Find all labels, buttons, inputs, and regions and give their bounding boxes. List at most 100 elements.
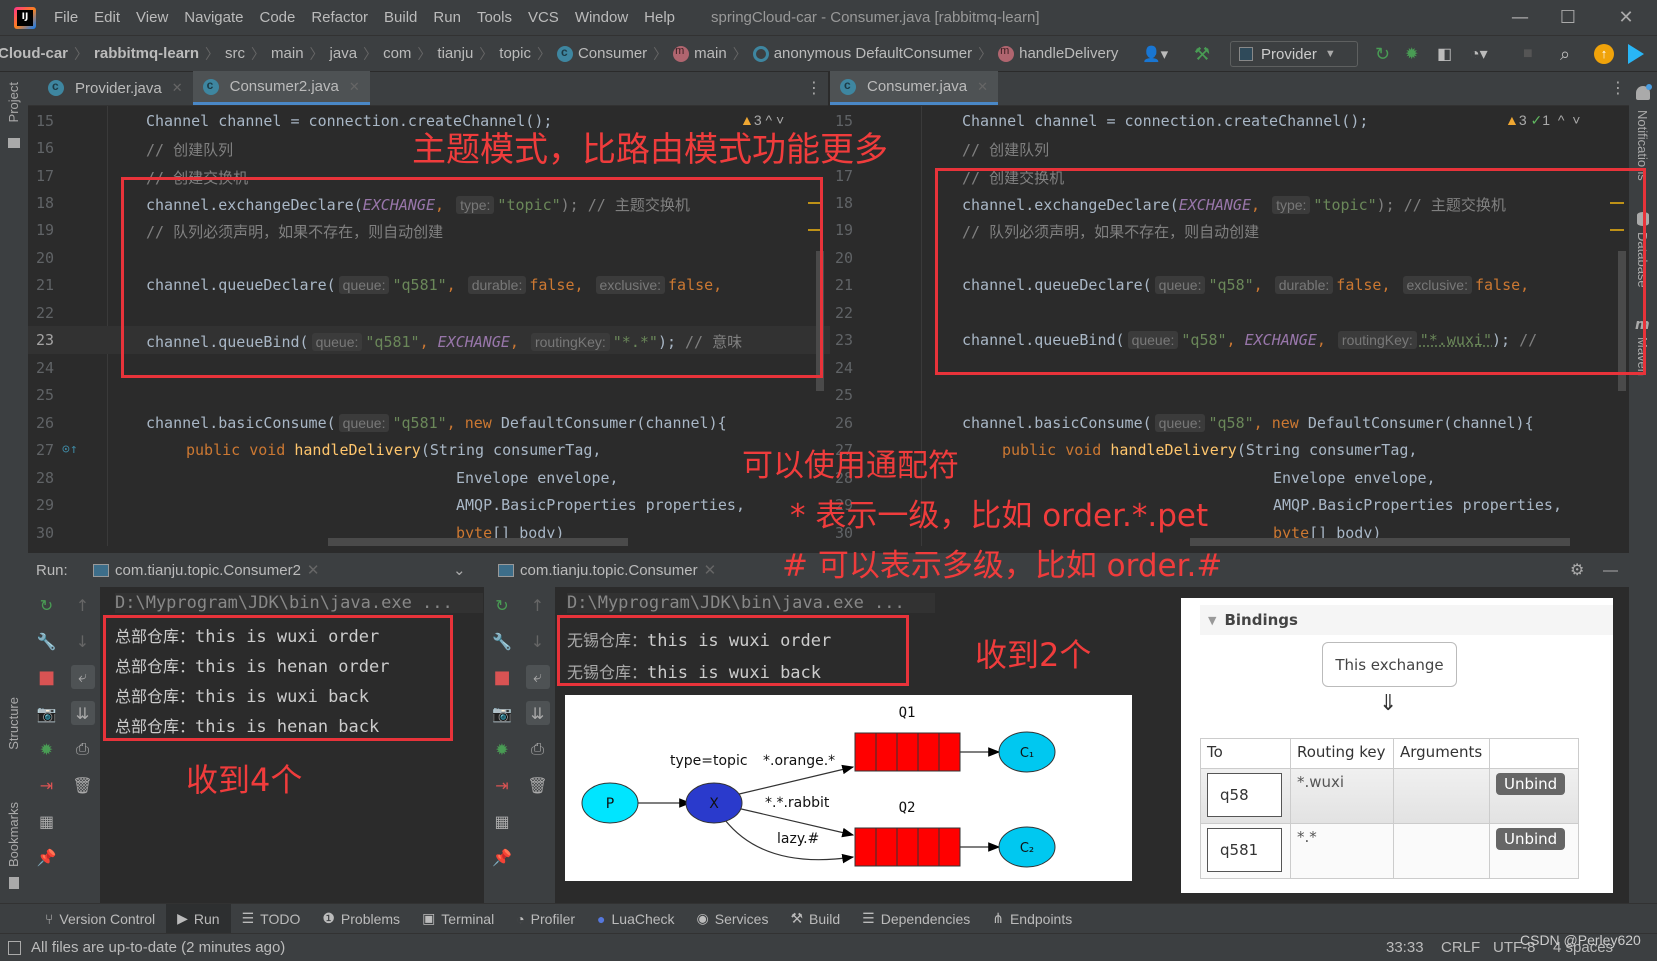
code-with-me-icon[interactable]: [1628, 44, 1644, 64]
breadcrumb-handle-delivery[interactable]: handleDelivery: [1019, 45, 1118, 62]
breadcrumb-main-method[interactable]: main: [694, 45, 727, 62]
update-icon[interactable]: ↑: [1594, 44, 1614, 64]
run-button[interactable]: ▶ Run: [166, 903, 231, 934]
maximize-button[interactable]: ☐: [1545, 0, 1591, 36]
print-icon[interactable]: ⎙: [526, 737, 550, 761]
menu-navigate[interactable]: Navigate: [176, 9, 251, 26]
tab-consumer-java[interactable]: Consumer.java ✕: [830, 71, 998, 105]
horizontal-scrollbar[interactable]: [1190, 538, 1570, 546]
more-tabs-icon[interactable]: ⋮: [1610, 78, 1626, 97]
terminal-button[interactable]: ▣ Terminal: [411, 904, 505, 934]
breadcrumb-tianju[interactable]: tianju: [437, 45, 473, 62]
camera-icon[interactable]: 📷: [35, 701, 59, 725]
pin-icon[interactable]: 📌: [490, 845, 514, 869]
wrench-icon[interactable]: 🔧: [490, 629, 514, 653]
stop-icon[interactable]: ■: [1523, 41, 1533, 67]
problems-button[interactable]: ❶ Problems: [311, 904, 411, 934]
breadcrumb-main[interactable]: main: [271, 45, 304, 62]
build-hammer-icon[interactable]: ⚒: [1194, 41, 1210, 67]
debug-icon[interactable]: ✹: [35, 737, 59, 761]
minimize-button[interactable]: —: [1497, 0, 1543, 36]
todo-button[interactable]: ☰ TODO: [231, 904, 312, 934]
coverage-icon[interactable]: ◧: [1437, 41, 1452, 67]
trash-icon[interactable]: 🗑: [526, 773, 550, 797]
queue-link[interactable]: q58: [1207, 773, 1282, 817]
menu-edit[interactable]: Edit: [86, 9, 128, 26]
breadcrumb-project[interactable]: Cloud-car: [0, 45, 68, 62]
exit-icon[interactable]: ⇥: [35, 773, 59, 797]
menu-vcs[interactable]: VCS: [520, 9, 567, 26]
scroll-to-end-icon[interactable]: ⇊: [525, 701, 550, 725]
close-tab-icon[interactable]: ✕: [977, 79, 988, 95]
stop-icon[interactable]: ■: [35, 665, 59, 689]
endpoints-button[interactable]: ⋔ Endpoints: [981, 904, 1083, 934]
profile-icon[interactable]: ◔▾: [1470, 41, 1488, 67]
unbind-button[interactable]: Unbind: [1496, 773, 1566, 795]
profiler-button[interactable]: ◔ Profiler: [505, 904, 586, 934]
stop-icon[interactable]: ■: [490, 665, 514, 689]
rerun-icon[interactable]: ↻: [490, 593, 514, 617]
horizontal-scrollbar[interactable]: [328, 538, 628, 546]
inspection-widget[interactable]: ▲3 ✓1 ^ ˅: [1505, 112, 1580, 129]
close-tab-icon[interactable]: ✕: [172, 80, 183, 96]
menu-build[interactable]: Build: [376, 9, 425, 26]
menu-code[interactable]: Code: [251, 9, 303, 26]
version-control-button[interactable]: ⑂ Version Control: [34, 904, 166, 934]
structure-tool-button[interactable]: Structure: [6, 697, 21, 750]
settings-gear-icon[interactable]: ⚙: [1570, 560, 1584, 580]
breadcrumb-module[interactable]: rabbitmq-learn: [94, 45, 199, 62]
close-button[interactable]: ✕: [1603, 0, 1649, 36]
layout-icon[interactable]: ▦: [35, 809, 59, 833]
menu-refactor[interactable]: Refactor: [303, 9, 376, 26]
queue-link[interactable]: q581: [1207, 828, 1282, 872]
more-tabs-icon[interactable]: ⋮: [806, 78, 822, 97]
breadcrumb-topic[interactable]: topic: [499, 45, 531, 62]
bookmarks-tool-button[interactable]: Bookmarks: [6, 802, 21, 867]
down-arrow-icon[interactable]: ↓: [71, 629, 95, 653]
menu-file[interactable]: File: [46, 9, 86, 26]
wrench-icon[interactable]: 🔧: [35, 629, 59, 653]
breadcrumb-consumer[interactable]: Consumer: [578, 45, 647, 62]
run-config-select[interactable]: Provider ▼: [1230, 41, 1358, 67]
build-button[interactable]: ⚒ Build: [779, 904, 851, 934]
pin-icon[interactable]: 📌: [35, 845, 59, 869]
dependencies-button[interactable]: ☰ Dependencies: [851, 904, 981, 934]
breadcrumb-anonymous[interactable]: anonymous DefaultConsumer: [774, 45, 972, 62]
camera-icon[interactable]: 📷: [490, 701, 514, 725]
unbind-button[interactable]: Unbind: [1496, 828, 1566, 850]
rerun-icon[interactable]: ↻: [35, 593, 59, 617]
menu-view[interactable]: View: [128, 9, 176, 26]
bindings-header[interactable]: ▼ Bindings: [1200, 605, 1613, 635]
trash-icon[interactable]: 🗑: [71, 773, 95, 797]
user-icon[interactable]: 👤▾: [1142, 41, 1168, 67]
run-tab-consumer[interactable]: com.tianju.topic.Consumer ✕: [498, 561, 716, 579]
up-arrow-icon[interactable]: ↑: [71, 593, 95, 617]
chevron-down-icon[interactable]: ⌄: [453, 561, 466, 579]
menu-run[interactable]: Run: [425, 9, 469, 26]
rerun-icon[interactable]: ↻: [1375, 41, 1390, 67]
soft-wrap-icon[interactable]: ⤶: [70, 665, 95, 689]
breadcrumb-com[interactable]: com: [383, 45, 411, 62]
close-tab-icon[interactable]: ✕: [704, 561, 717, 579]
hide-panel-icon[interactable]: —: [1603, 562, 1618, 579]
debug-icon[interactable]: ✹: [490, 737, 514, 761]
tab-consumer2-java[interactable]: Consumer2.java ✕: [192, 71, 370, 105]
tab-provider-java[interactable]: Provider.java ✕: [38, 71, 193, 105]
override-gutter-icon[interactable]: ⊙↑: [62, 442, 78, 457]
debug-icon[interactable]: ✹: [1405, 41, 1418, 67]
exit-icon[interactable]: ⇥: [490, 773, 514, 797]
close-tab-icon[interactable]: ✕: [307, 561, 320, 579]
luacheck-button[interactable]: ● LuaCheck: [586, 904, 686, 934]
menu-window[interactable]: Window: [567, 9, 636, 26]
menu-tools[interactable]: Tools: [469, 9, 520, 26]
print-icon[interactable]: ⎙: [71, 737, 95, 761]
breadcrumb-java[interactable]: java: [330, 45, 358, 62]
scroll-to-end-icon[interactable]: ⇊: [70, 701, 95, 725]
close-tab-icon[interactable]: ✕: [349, 79, 360, 95]
layout-icon[interactable]: ▦: [490, 809, 514, 833]
down-arrow-icon[interactable]: ↓: [526, 629, 550, 653]
line-separator[interactable]: CRLF: [1441, 939, 1480, 956]
search-icon[interactable]: ⌕: [1560, 41, 1570, 67]
menu-help[interactable]: Help: [636, 9, 683, 26]
soft-wrap-icon[interactable]: ⤶: [525, 665, 550, 689]
